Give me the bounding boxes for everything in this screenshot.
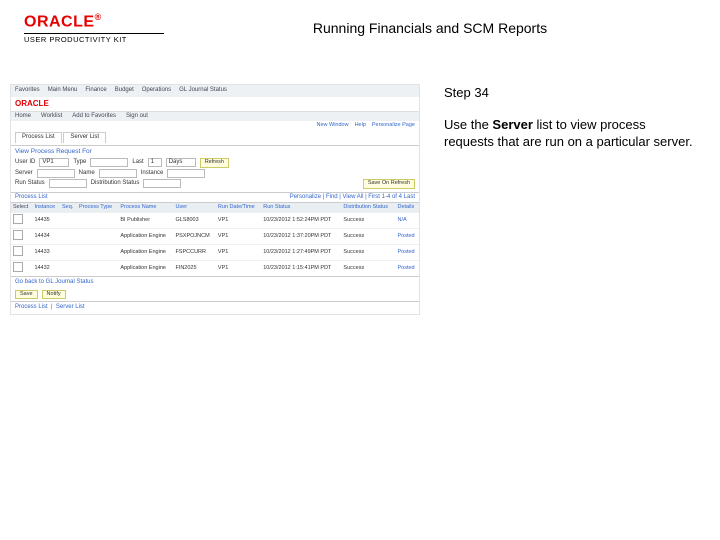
link-help[interactable]: Help bbox=[355, 122, 366, 129]
slide-title: Running Financials and SCM Reports bbox=[164, 12, 696, 36]
menu-item[interactable]: Budget bbox=[115, 87, 134, 95]
oracle-logo-subtitle: USER PRODUCTIVITY KIT bbox=[24, 33, 164, 44]
label-dist-status: Distribution Status bbox=[91, 180, 140, 188]
row-checkbox[interactable] bbox=[13, 262, 23, 272]
grid-title: Process List bbox=[15, 194, 48, 202]
filter-section: View Process Request For User ID VP1 Typ… bbox=[11, 146, 419, 192]
col-details[interactable]: Details bbox=[395, 203, 419, 212]
menu-item[interactable]: Favorites bbox=[15, 87, 40, 95]
label-name: Name bbox=[79, 170, 95, 178]
page-header: ORACLE® USER PRODUCTIVITY KIT Running Fi… bbox=[0, 0, 720, 44]
bottom-link[interactable]: Process List bbox=[15, 304, 48, 310]
save-button[interactable]: Save bbox=[15, 290, 38, 299]
link-new-window[interactable]: New Window bbox=[316, 122, 348, 129]
oracle-logo: ORACLE® bbox=[24, 12, 164, 31]
instruction-text: Use the Server list to view process requ… bbox=[444, 116, 696, 151]
submenu-item[interactable]: Worklist bbox=[41, 113, 62, 121]
submenu-item[interactable]: Sign out bbox=[126, 113, 148, 121]
input-instance[interactable] bbox=[167, 169, 205, 178]
app-brand-row: ORACLE bbox=[11, 97, 419, 112]
select-dist-status[interactable] bbox=[143, 179, 181, 188]
menu-item[interactable]: Operations bbox=[142, 87, 171, 95]
instruction-pane: Step 34 Use the Server list to view proc… bbox=[420, 84, 696, 314]
bottom-links: Process List | Server List bbox=[11, 301, 419, 314]
grid-nav: Personalize | Find | View All | First 1-… bbox=[290, 194, 415, 202]
grid-header-bar: Process List Personalize | Find | View A… bbox=[11, 192, 419, 204]
table-row: 14434Application EnginePSXPOJNCMVP110/23… bbox=[11, 229, 419, 245]
notify-button[interactable]: Notify bbox=[42, 290, 66, 299]
table-row: 14432Application EngineFIN2025VP110/23/2… bbox=[11, 260, 419, 275]
input-last-n[interactable]: 1 bbox=[148, 158, 162, 167]
label-type: Type bbox=[73, 159, 86, 167]
link-personalize[interactable]: Personalize Page bbox=[372, 122, 415, 129]
tabs-row: Process List Server List bbox=[11, 130, 419, 146]
grid-footer-link[interactable]: Go back to GL Journal Status bbox=[11, 276, 419, 289]
label-instance: Instance bbox=[141, 170, 164, 178]
table-row: 14433Application EngineFSPCCURRVP110/23/… bbox=[11, 244, 419, 260]
label-server: Server bbox=[15, 170, 33, 178]
step-label: Step 34 bbox=[444, 84, 696, 102]
bottom-link[interactable]: Server List bbox=[56, 304, 85, 310]
col-seq[interactable]: Seq. bbox=[60, 203, 77, 212]
label-user-id: User ID bbox=[15, 159, 35, 167]
col-instance[interactable]: Instance bbox=[32, 203, 60, 212]
embedded-screenshot: Favorites Main Menu Finance Budget Opera… bbox=[10, 84, 420, 314]
label-last: Last bbox=[132, 159, 143, 167]
oracle-logo-block: ORACLE® USER PRODUCTIVITY KIT bbox=[24, 12, 164, 44]
action-bar: Save Notify bbox=[11, 288, 419, 301]
row-checkbox[interactable] bbox=[13, 246, 23, 256]
app-brand-logo: ORACLE bbox=[15, 99, 49, 109]
submenu-item[interactable]: Add to Favorites bbox=[72, 113, 116, 121]
col-user[interactable]: User bbox=[173, 203, 215, 212]
select-run-status[interactable] bbox=[49, 179, 87, 188]
select-last-unit[interactable]: Days bbox=[166, 158, 196, 167]
input-user-id[interactable]: VP1 bbox=[39, 158, 69, 167]
table-row: 14435BI PublisherGLS8003VP110/23/2012 1:… bbox=[11, 213, 419, 229]
col-run-dt[interactable]: Run Date/Time bbox=[216, 203, 261, 212]
col-run-status[interactable]: Run Status bbox=[261, 203, 341, 212]
menu-item[interactable]: Main Menu bbox=[48, 87, 78, 95]
process-table: Select Instance Seq. Process Type Proces… bbox=[11, 203, 419, 275]
menu-item[interactable]: Finance bbox=[85, 87, 106, 95]
col-dist-status[interactable]: Distribution Status bbox=[341, 203, 395, 212]
row-checkbox[interactable] bbox=[13, 214, 23, 224]
select-server[interactable] bbox=[37, 169, 75, 178]
tab-process-list[interactable]: Process List bbox=[15, 132, 62, 143]
tab-server-list[interactable]: Server List bbox=[63, 132, 106, 143]
input-name[interactable] bbox=[99, 169, 137, 178]
menu-item[interactable]: GL Journal Status bbox=[179, 87, 227, 95]
col-select: Select bbox=[11, 203, 32, 212]
select-type[interactable] bbox=[90, 158, 128, 167]
save-on-refresh-button[interactable]: Save On Refresh bbox=[363, 179, 415, 189]
app-submenu: Home Worklist Add to Favorites Sign out bbox=[11, 112, 419, 122]
submenu-item[interactable]: Home bbox=[15, 113, 31, 121]
col-process-name[interactable]: Process Name bbox=[118, 203, 173, 212]
refresh-button[interactable]: Refresh bbox=[200, 158, 229, 168]
row-checkbox[interactable] bbox=[13, 230, 23, 240]
col-process-type[interactable]: Process Type bbox=[77, 203, 118, 212]
app-menubar: Favorites Main Menu Finance Budget Opera… bbox=[11, 85, 419, 97]
app-linkbar: New Window Help Personalize Page bbox=[11, 121, 419, 130]
label-run-status: Run Status bbox=[15, 180, 45, 188]
filter-section-title: View Process Request For bbox=[15, 148, 415, 156]
